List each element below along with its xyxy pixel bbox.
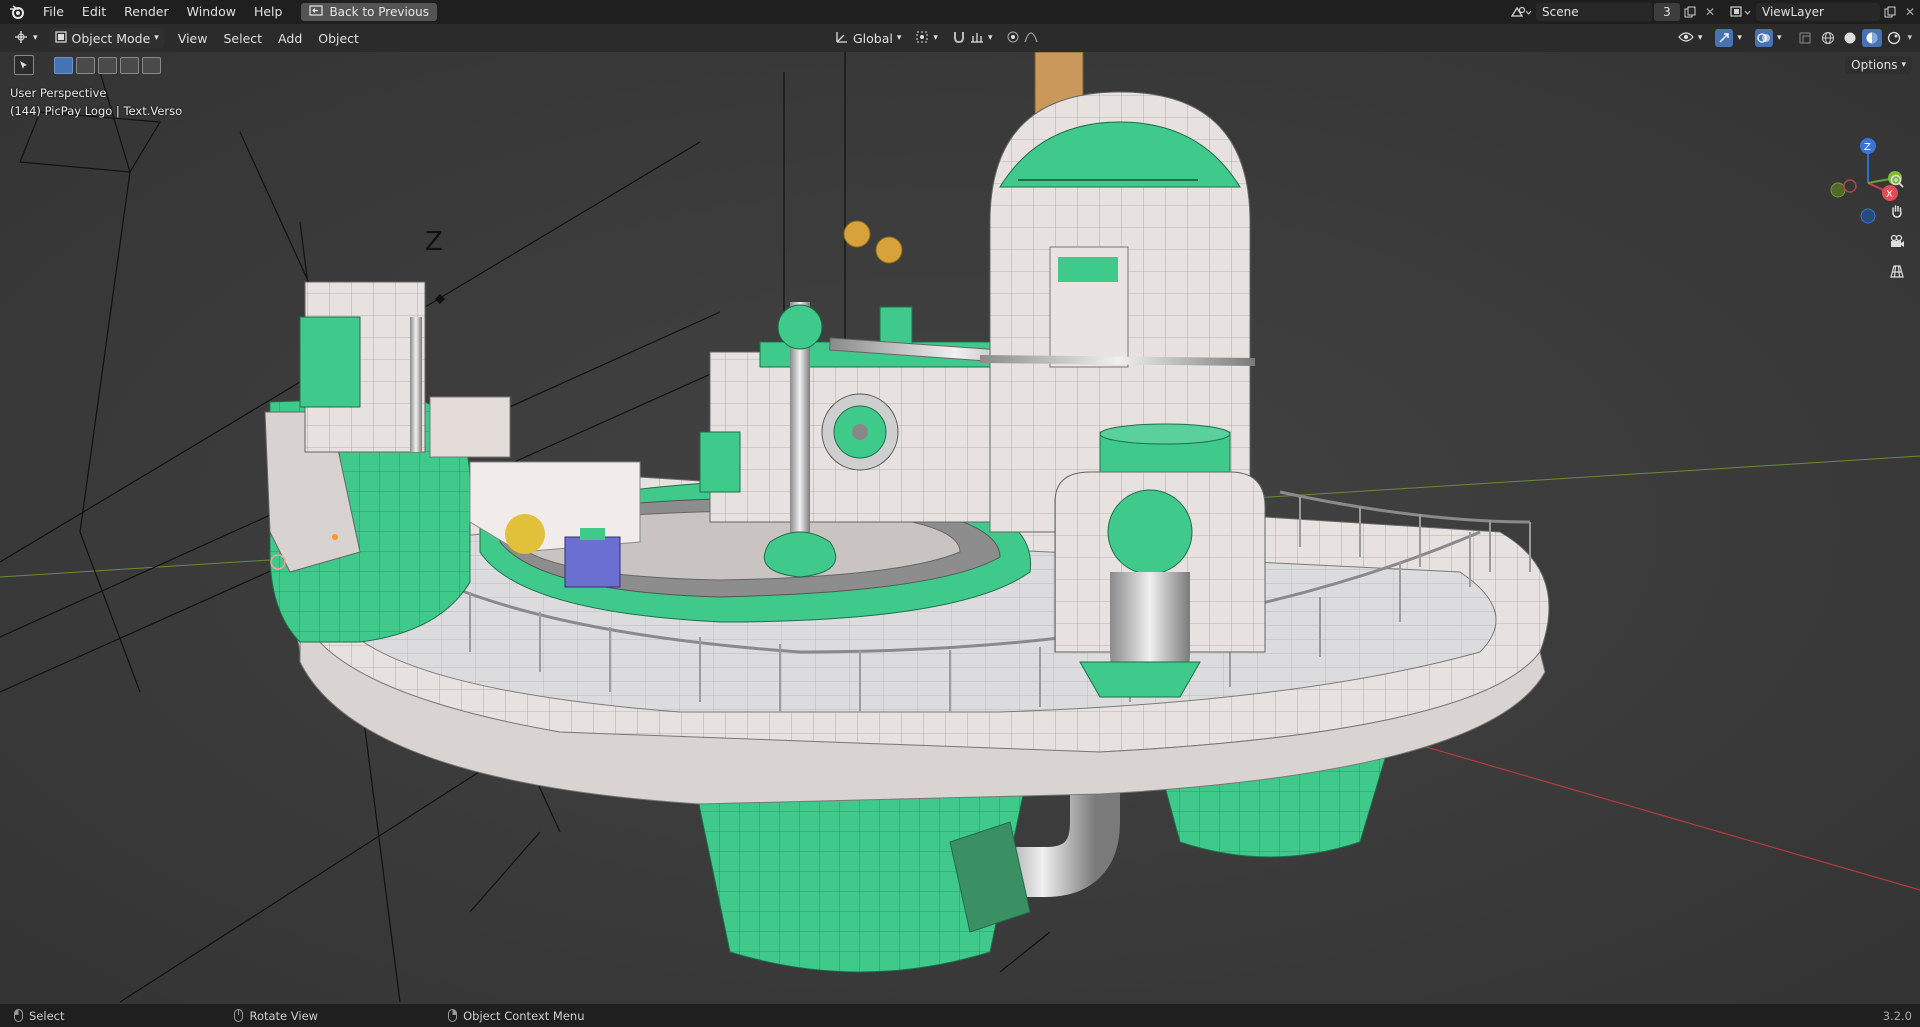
menu-help[interactable]: Help: [245, 0, 292, 24]
zoom-view-icon[interactable]: [1884, 168, 1910, 194]
gizmo-neg-y-axis[interactable]: [1830, 182, 1846, 198]
overlays-circles-icon: [1754, 29, 1773, 47]
gizmo-neg-z-axis[interactable]: [1860, 208, 1876, 224]
chevron-down-icon: ▾: [1697, 33, 1703, 43]
camera-view-icon[interactable]: [1884, 228, 1910, 254]
viewlayer-browse-icon[interactable]: [1726, 3, 1756, 21]
chevron-down-icon: ▾: [896, 33, 902, 43]
chevron-down-icon: ▾: [33, 33, 38, 43]
falloff-curve-icon: [1024, 30, 1039, 47]
menu-file[interactable]: File: [34, 0, 73, 24]
chevron-down-icon: ▾: [1737, 33, 1742, 43]
select-extend-mode-icon[interactable]: [76, 56, 95, 74]
back-to-previous-button[interactable]: Back to Previous: [301, 3, 437, 21]
snapping-dropdown[interactable]: ▾: [947, 28, 998, 48]
gizmo-toggle[interactable]: ▾: [1710, 28, 1747, 48]
scene-browse-icon[interactable]: [1506, 3, 1536, 21]
back-screen-icon: [309, 5, 324, 19]
select-invert-mode-icon[interactable]: [120, 56, 139, 74]
overlays-toggle[interactable]: ▾: [1750, 28, 1787, 48]
select-intersect-mode-icon[interactable]: [142, 56, 161, 74]
editor-type-dropdown[interactable]: ▾: [8, 28, 43, 48]
menu-view[interactable]: View: [170, 31, 216, 46]
chevron-down-icon: ▾: [987, 33, 993, 43]
active-object-label: (144) PicPay Logo | Text.Verso: [10, 104, 183, 118]
menu-add[interactable]: Add: [270, 31, 310, 46]
chevron-down-icon: ▾: [1776, 33, 1782, 43]
menu-window[interactable]: Window: [178, 0, 245, 24]
proportional-edit-icon: [1006, 30, 1020, 47]
viewport-options-dropdown[interactable]: Options ▾: [1845, 56, 1912, 74]
select-subtract-mode-icon[interactable]: [98, 56, 117, 74]
viewlayer-name-field[interactable]: ViewLayer: [1756, 3, 1880, 21]
back-to-previous-label: Back to Previous: [329, 5, 429, 19]
gizmo-z-label: Z: [1864, 142, 1871, 153]
delete-viewlayer-icon[interactable]: ✕: [1900, 3, 1920, 21]
delete-scene-icon[interactable]: ✕: [1700, 3, 1720, 21]
3d-viewport[interactable]: Z User Perspective (144) PicPay Logo | T…: [0, 52, 1920, 1004]
new-scene-icon[interactable]: [1680, 3, 1700, 21]
mouse-left-icon: [14, 1009, 23, 1022]
chevron-down-icon: ▾: [1901, 60, 1906, 70]
scene-name-field[interactable]: Scene: [1536, 3, 1652, 21]
new-viewlayer-icon[interactable]: [1880, 3, 1900, 21]
menu-object[interactable]: Object: [310, 31, 367, 46]
gizmo-neg-x-axis[interactable]: [1843, 179, 1857, 193]
chevron-down-icon: ▾: [933, 33, 938, 43]
shading-mode-group: [1818, 29, 1904, 47]
chevron-down-icon: ▾: [154, 33, 159, 43]
scene-users-count[interactable]: 3: [1654, 3, 1680, 21]
menu-render[interactable]: Render: [115, 0, 178, 24]
gizmo-arrows-icon: [1715, 29, 1734, 47]
wireframe-shading-icon[interactable]: [1818, 29, 1838, 47]
rendered-shading-icon[interactable]: [1884, 29, 1904, 47]
mouse-middle-icon: [234, 1009, 244, 1022]
viewport-header: ▾ Object Mode ▾ View Select Add Object G…: [0, 24, 1920, 52]
status-context-label: Object Context Menu: [463, 1008, 585, 1023]
object-visibility-dropdown[interactable]: ▾: [1673, 28, 1708, 48]
object-mode-dropdown[interactable]: Object Mode ▾: [48, 28, 164, 48]
viewport-shading-group: ▾ ▾ ▾ ▾: [1673, 28, 1912, 48]
pivot-point-icon: [915, 30, 929, 47]
tool-settings-row: [0, 52, 1920, 78]
status-select-hint: Select: [14, 1009, 64, 1023]
pivot-point-dropdown[interactable]: ▾: [910, 28, 943, 48]
toggle-perspective-grid-icon[interactable]: [1884, 258, 1910, 284]
options-label: Options: [1851, 58, 1898, 72]
orientation-axes-icon: [835, 30, 849, 47]
xray-toggle-icon[interactable]: [1795, 29, 1815, 47]
status-select-label: Select: [29, 1008, 65, 1023]
transform-orientation-label: Global: [853, 30, 893, 46]
blender-logo-icon[interactable]: [0, 0, 34, 24]
status-context-hint: Object Context Menu: [448, 1009, 584, 1023]
cursor-crosshair-icon: [13, 30, 29, 47]
status-rotate-hint: Rotate View: [234, 1009, 318, 1023]
proportional-editing-toggle[interactable]: [1001, 28, 1043, 48]
status-rotate-label: Rotate View: [249, 1008, 319, 1023]
scene-render[interactable]: Z: [0, 52, 1920, 1004]
mouse-right-icon: [448, 1009, 458, 1022]
transform-orientation-dropdown[interactable]: Global ▾: [830, 28, 906, 48]
object-mode-label: Object Mode: [71, 30, 151, 46]
menu-select[interactable]: Select: [215, 31, 270, 46]
transform-tools-group: Global ▾ ▾ ▾: [830, 28, 1043, 48]
snap-magnet-icon: [952, 30, 966, 47]
scene-viewlayer-selector: Scene 3 ✕ ViewLayer ✕: [1506, 0, 1920, 24]
menu-edit[interactable]: Edit: [73, 0, 115, 24]
blender-version-label: 3.2.0: [1882, 1008, 1912, 1023]
status-bar: Select Rotate View Object Context Menu 3…: [0, 1004, 1920, 1027]
top-menubar: File Edit Render Window Help Back to Pre…: [0, 0, 1920, 24]
selection-mode-group: [54, 56, 164, 74]
pan-view-hand-icon[interactable]: [1884, 198, 1910, 224]
material-preview-shading-icon[interactable]: [1862, 29, 1883, 47]
solid-shading-icon[interactable]: [1840, 29, 1860, 47]
select-new-mode-icon[interactable]: [54, 56, 73, 74]
svg-text:Z: Z: [425, 227, 443, 257]
eye-visibility-icon: [1678, 31, 1694, 46]
object-mode-icon: [54, 30, 68, 47]
snap-increment-icon: [970, 30, 984, 47]
shading-options-chevron-icon[interactable]: ▾: [1907, 33, 1912, 43]
select-tool-icon[interactable]: [14, 55, 34, 75]
view-name-label: User Perspective: [10, 86, 107, 100]
